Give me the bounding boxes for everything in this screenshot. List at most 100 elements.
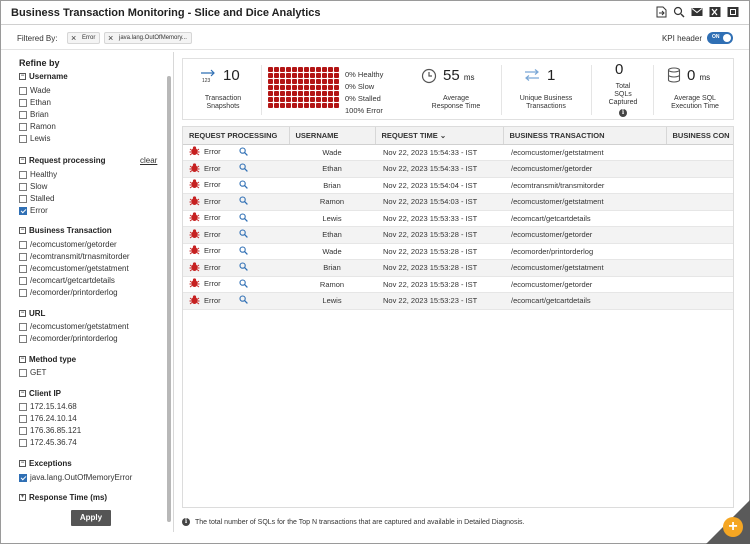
search-icon[interactable] — [239, 279, 248, 290]
section-method-type[interactable]: − Method type — [19, 355, 76, 364]
section-client-ip[interactable]: − Client IP — [19, 389, 61, 398]
checkbox[interactable] — [19, 368, 27, 377]
option-username-lewis[interactable]: Lewis — [19, 134, 50, 143]
kpi-average-sql-execution-time[interactable]: 0 ms Average SQL Execution Time — [655, 59, 735, 121]
clear-link[interactable]: clear — [140, 156, 157, 165]
option-url[interactable]: /ecomorder/printorderlog — [19, 334, 118, 343]
checkbox[interactable] — [19, 134, 27, 143]
search-icon[interactable] — [239, 229, 248, 240]
checkbox[interactable] — [19, 252, 27, 261]
checkbox[interactable] — [19, 122, 27, 131]
table-row[interactable]: Error Ethan Nov 22, 2023 15:53:28 - IST/ec… — [183, 226, 733, 244]
sidebar-scrollbar[interactable] — [167, 76, 171, 522]
collapse-icon[interactable]: − — [19, 157, 26, 164]
info-icon[interactable]: i — [619, 109, 627, 117]
collapse-icon[interactable]: − — [19, 390, 26, 397]
option-client-ip[interactable]: 176.24.10.14 — [19, 414, 77, 423]
search-icon[interactable] — [239, 196, 248, 207]
option-bt[interactable]: /ecomorder/printorderlog — [19, 288, 118, 297]
pdf-icon[interactable] — [727, 6, 739, 18]
option-username-wade[interactable]: Wade — [19, 86, 51, 95]
col-business-transaction[interactable]: BUSINESS TRANSACTION — [503, 127, 667, 145]
kpi-total-sqls-captured[interactable]: 0 Total SQLs Captured i — [593, 59, 653, 121]
checkbox[interactable] — [19, 426, 27, 435]
col-username[interactable]: USERNAME — [289, 127, 376, 145]
kpi-average-response-time[interactable]: 55 ms Average Response Time — [411, 59, 499, 121]
option-request-error[interactable]: Error — [19, 206, 48, 215]
filter-chip-error[interactable]: × Error — [67, 32, 101, 44]
checkbox-checked[interactable] — [19, 206, 27, 215]
checkbox[interactable] — [19, 170, 27, 179]
collapse-icon[interactable]: − — [19, 460, 26, 467]
checkbox[interactable] — [19, 110, 27, 119]
option-request-stalled[interactable]: Stalled — [19, 194, 54, 203]
search-icon[interactable] — [239, 262, 248, 273]
export-icon[interactable] — [655, 6, 667, 18]
checkbox[interactable] — [19, 322, 27, 331]
col-request-time[interactable]: REQUEST TIME ⌄ — [375, 127, 504, 145]
collapse-icon[interactable]: − — [19, 310, 26, 317]
checkbox[interactable] — [19, 264, 27, 273]
excel-icon[interactable] — [709, 6, 721, 18]
option-bt[interactable]: /ecomcustomer/getstatment — [19, 264, 129, 273]
section-exceptions[interactable]: − Exceptions — [19, 459, 72, 468]
table-row[interactable]: Error Ramon Nov 22, 2023 15:54:03 - IST/ec… — [183, 193, 733, 211]
option-url[interactable]: /ecomcustomer/getstatment — [19, 322, 129, 331]
table-row[interactable]: Error Lewis Nov 22, 2023 15:53:33 - IST/ec… — [183, 210, 733, 227]
option-request-healthy[interactable]: Healthy — [19, 170, 57, 179]
section-business-transaction[interactable]: − Business Transaction — [19, 226, 112, 235]
search-icon[interactable] — [239, 213, 248, 224]
option-username-ramon[interactable]: Ramon — [19, 122, 56, 131]
scrollbar-thumb[interactable] — [167, 76, 171, 522]
section-username[interactable]: − Username — [19, 72, 68, 81]
close-icon[interactable]: × — [108, 33, 113, 43]
close-icon[interactable]: × — [71, 33, 76, 43]
option-username-brian[interactable]: Brian — [19, 110, 49, 119]
search-settings-icon[interactable] — [673, 6, 685, 18]
section-request-processing[interactable]: − Request processing — [19, 156, 105, 165]
checkbox[interactable] — [19, 402, 27, 411]
sort-desc-icon[interactable]: ⌄ — [440, 131, 446, 140]
checkbox-checked[interactable] — [19, 473, 27, 482]
table-row[interactable]: Error Brian Nov 22, 2023 15:53:28 - IST/ec… — [183, 259, 733, 277]
kpi-header-toggle[interactable]: ON — [707, 32, 733, 44]
section-url[interactable]: − URL — [19, 309, 45, 318]
checkbox[interactable] — [19, 240, 27, 249]
table-row[interactable]: Error Ramon Nov 22, 2023 15:53:28 - IST/ec… — [183, 276, 733, 293]
checkbox[interactable] — [19, 276, 27, 285]
option-exception[interactable]: java.lang.OutOfMemoryError — [19, 473, 132, 482]
apply-button[interactable]: Apply — [71, 510, 111, 526]
checkbox[interactable] — [19, 98, 27, 107]
collapse-icon[interactable]: − — [19, 227, 26, 234]
collapse-icon[interactable]: − — [19, 73, 26, 80]
checkbox[interactable] — [19, 288, 27, 297]
filter-chip-exception[interactable]: × java.lang.OutOfMemory... — [104, 32, 192, 44]
option-client-ip[interactable]: 172.45.36.74 — [19, 438, 77, 447]
search-icon[interactable] — [239, 180, 248, 191]
table-row[interactable]: Error Lewis Nov 22, 2023 15:53:23 - IST/ec… — [183, 292, 733, 310]
option-client-ip[interactable]: 172.15.14.68 — [19, 402, 77, 411]
table-row[interactable]: Error Wade Nov 22, 2023 15:53:28 - IST/eco… — [183, 243, 733, 260]
col-request-processing[interactable]: REQUEST PROCESSING — [183, 127, 290, 145]
option-bt[interactable]: /ecomtransmit/trnasmitorder — [19, 252, 130, 261]
section-response-time[interactable]: + Response Time (ms) — [19, 493, 107, 502]
search-icon[interactable] — [239, 246, 248, 257]
kpi-transaction-snapshots[interactable]: 123 10 Transaction Snapshots — [183, 59, 261, 121]
table-row[interactable]: Error Brian Nov 22, 2023 15:54:04 - IST/ec… — [183, 177, 733, 194]
checkbox[interactable] — [19, 194, 27, 203]
col-business-context[interactable]: BUSINESS CON — [666, 127, 733, 145]
option-request-slow[interactable]: Slow — [19, 182, 47, 191]
checkbox[interactable] — [19, 182, 27, 191]
collapse-icon[interactable]: − — [19, 356, 26, 363]
option-bt[interactable]: /ecomcustomer/getorder — [19, 240, 117, 249]
kpi-unique-business-transactions[interactable]: 1 Unique Business Transactions — [503, 59, 589, 121]
checkbox[interactable] — [19, 86, 27, 95]
table-row[interactable]: Error Ethan Nov 22, 2023 15:54:33 - IST/ec… — [183, 160, 733, 178]
option-username-ethan[interactable]: Ethan — [19, 98, 51, 107]
option-method-get[interactable]: GET — [19, 368, 46, 377]
table-row[interactable]: Error Wade Nov 22, 2023 15:54:33 - IST/eco… — [183, 144, 733, 161]
checkbox[interactable] — [19, 334, 27, 343]
search-icon[interactable] — [239, 147, 248, 158]
add-button[interactable]: + — [723, 517, 743, 537]
option-client-ip[interactable]: 176.36.85.121 — [19, 426, 81, 435]
